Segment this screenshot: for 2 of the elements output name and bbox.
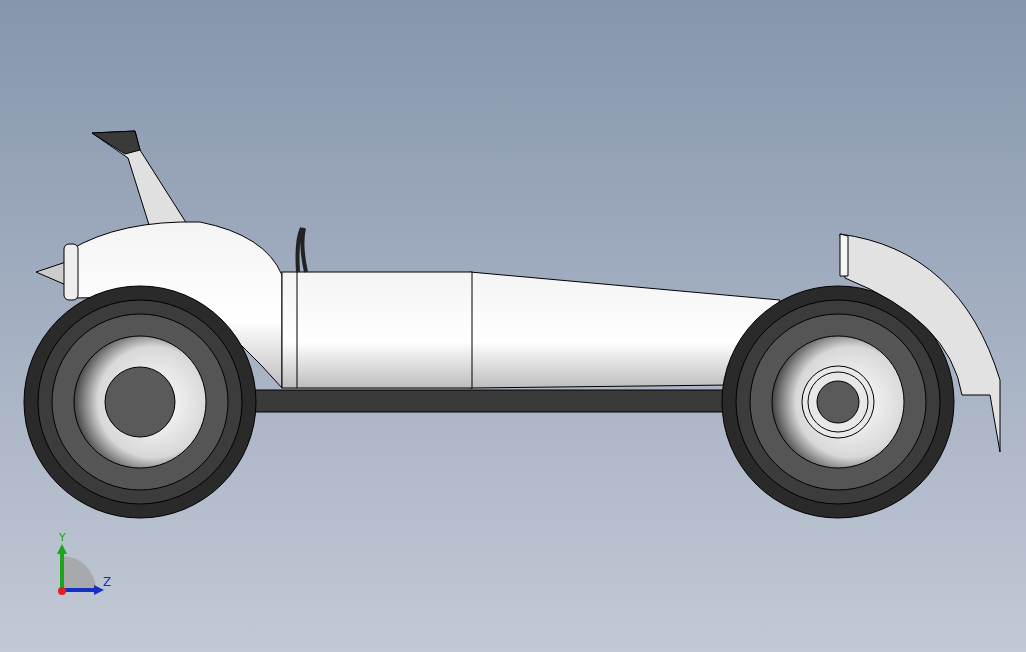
y-axis-label: Y [59,532,66,543]
z-axis-label: Z [103,576,112,588]
